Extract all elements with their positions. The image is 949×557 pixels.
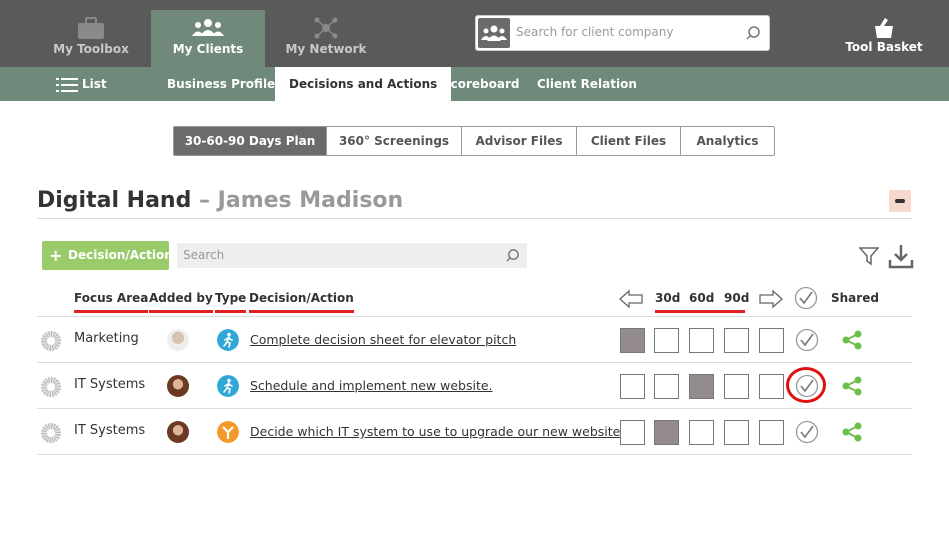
search-icon[interactable]	[745, 25, 761, 41]
list-label: List	[82, 77, 107, 91]
timeline-box[interactable]	[759, 420, 784, 445]
top-nav-bar: My Toolbox My Clients My Network Search …	[0, 0, 949, 67]
timeline-box[interactable]	[689, 420, 714, 445]
decision-link[interactable]: Decide which IT system to use to upgrade…	[250, 424, 624, 439]
toolbox-icon	[78, 17, 104, 39]
focus-area-icon	[41, 423, 61, 443]
tab-30-60-90-plan[interactable]: 30-60-90 Days Plan	[174, 127, 327, 155]
company-name: Digital Hand	[37, 188, 192, 213]
timeline-box[interactable]	[654, 420, 679, 445]
header-90d[interactable]: 90d	[724, 291, 749, 305]
tool-basket[interactable]: Tool Basket	[844, 16, 924, 54]
tab-decisions-and-actions[interactable]: Decisions and Actions	[275, 67, 452, 101]
table-row[interactable]: IT Systems Schedule and implement new web…	[37, 363, 912, 409]
highlight-circle	[786, 367, 826, 403]
contact-name: – James Madison	[199, 188, 404, 213]
header-30d[interactable]: 30d	[655, 291, 680, 305]
nav-my-toolbox[interactable]: My Toolbox	[34, 10, 148, 67]
tab-client-relation[interactable]: Client Relation	[523, 67, 651, 101]
tab-client-files[interactable]: Client Files	[577, 127, 681, 155]
timeline-box[interactable]	[620, 328, 645, 353]
share-icon[interactable]	[841, 330, 863, 350]
header-focus-area[interactable]: Focus Area	[74, 291, 149, 313]
plan-tabs: 30-60-90 Days Plan 360° Screenings Advis…	[173, 126, 775, 156]
company-logo	[889, 190, 911, 212]
nav-my-clients[interactable]: My Clients	[151, 10, 265, 67]
download-icon[interactable]	[888, 243, 914, 269]
clients-search-icon	[478, 18, 510, 48]
header-60d[interactable]: 60d	[689, 291, 714, 305]
timeline-box[interactable]	[759, 328, 784, 353]
avatar[interactable]	[167, 421, 189, 443]
decision-search-input[interactable]: Search	[183, 248, 224, 262]
search-icon[interactable]	[505, 248, 520, 263]
complete-check-icon[interactable]	[795, 328, 819, 352]
focus-area: Marketing	[74, 331, 139, 346]
page-title: Digital Hand – James Madison	[37, 188, 403, 213]
tab-360-screenings[interactable]: 360° Screenings	[327, 127, 462, 155]
list-view-button[interactable]: List	[42, 67, 121, 101]
arrow-right-icon[interactable]	[758, 289, 784, 309]
focus-area: IT Systems	[74, 377, 146, 392]
filter-icon[interactable]	[859, 246, 879, 266]
client-search-box[interactable]: Search for client company	[475, 15, 770, 51]
timeline-box[interactable]	[724, 328, 749, 353]
share-icon[interactable]	[841, 422, 863, 442]
nav-my-network-label: My Network	[285, 42, 367, 56]
timeline-box[interactable]	[654, 374, 679, 399]
tool-basket-label: Tool Basket	[845, 40, 923, 54]
action-type-icon	[217, 375, 239, 397]
nav-my-clients-label: My Clients	[172, 42, 244, 56]
focus-area: IT Systems	[74, 423, 146, 438]
avatar[interactable]	[167, 329, 189, 351]
timeline-box[interactable]	[759, 374, 784, 399]
avatar[interactable]	[167, 375, 189, 397]
plus-icon: +	[49, 246, 63, 265]
tab-scoreboard[interactable]: Scoreboard	[428, 67, 534, 101]
header-type[interactable]: Type	[215, 291, 247, 313]
timeline-box[interactable]	[620, 374, 645, 399]
tab-analytics[interactable]: Analytics	[681, 127, 774, 155]
decision-type-icon	[217, 421, 239, 443]
header-check-icon	[794, 286, 818, 310]
days-header-group: 30d 60d 90d	[655, 291, 749, 313]
arrow-left-icon[interactable]	[618, 289, 644, 309]
client-search-input[interactable]: Search for client company	[516, 25, 673, 39]
timeline-box[interactable]	[724, 374, 749, 399]
header-shared: Shared	[831, 291, 879, 305]
network-icon	[314, 17, 338, 39]
list-icon	[56, 77, 78, 92]
timeline-box[interactable]	[689, 374, 714, 399]
decision-link[interactable]: Complete decision sheet for elevator pit…	[250, 332, 516, 347]
add-decision-action-button[interactable]: + Decision/Action	[42, 241, 173, 270]
share-icon[interactable]	[841, 376, 863, 396]
action-type-icon	[217, 329, 239, 351]
complete-check-icon[interactable]	[795, 420, 819, 444]
clients-icon	[192, 19, 224, 36]
nav-my-network[interactable]: My Network	[269, 10, 383, 67]
decision-search[interactable]: Search	[177, 243, 527, 268]
decision-link[interactable]: Schedule and implement new website.	[250, 378, 493, 393]
focus-area-icon	[41, 331, 61, 351]
timeline-box[interactable]	[620, 420, 645, 445]
table-row[interactable]: Marketing Complete decision sheet for ele…	[37, 317, 912, 363]
divider	[37, 218, 912, 219]
table-row[interactable]: IT Systems Decide which IT system to use …	[37, 409, 912, 455]
client-sub-nav: List Business Profile Decisions and Acti…	[0, 67, 949, 101]
tool-basket-icon	[875, 18, 893, 38]
header-decision-action[interactable]: Decision/Action	[249, 291, 354, 313]
header-added-by[interactable]: Added by	[149, 291, 213, 313]
tab-business-profile[interactable]: Business Profile	[153, 67, 289, 101]
timeline-box[interactable]	[724, 420, 749, 445]
add-decision-action-label: Decision/Action	[68, 248, 173, 262]
timeline-box[interactable]	[689, 328, 714, 353]
tab-advisor-files[interactable]: Advisor Files	[462, 127, 577, 155]
timeline-box[interactable]	[654, 328, 679, 353]
focus-area-icon	[41, 377, 61, 397]
nav-my-toolbox-label: My Toolbox	[53, 42, 129, 56]
